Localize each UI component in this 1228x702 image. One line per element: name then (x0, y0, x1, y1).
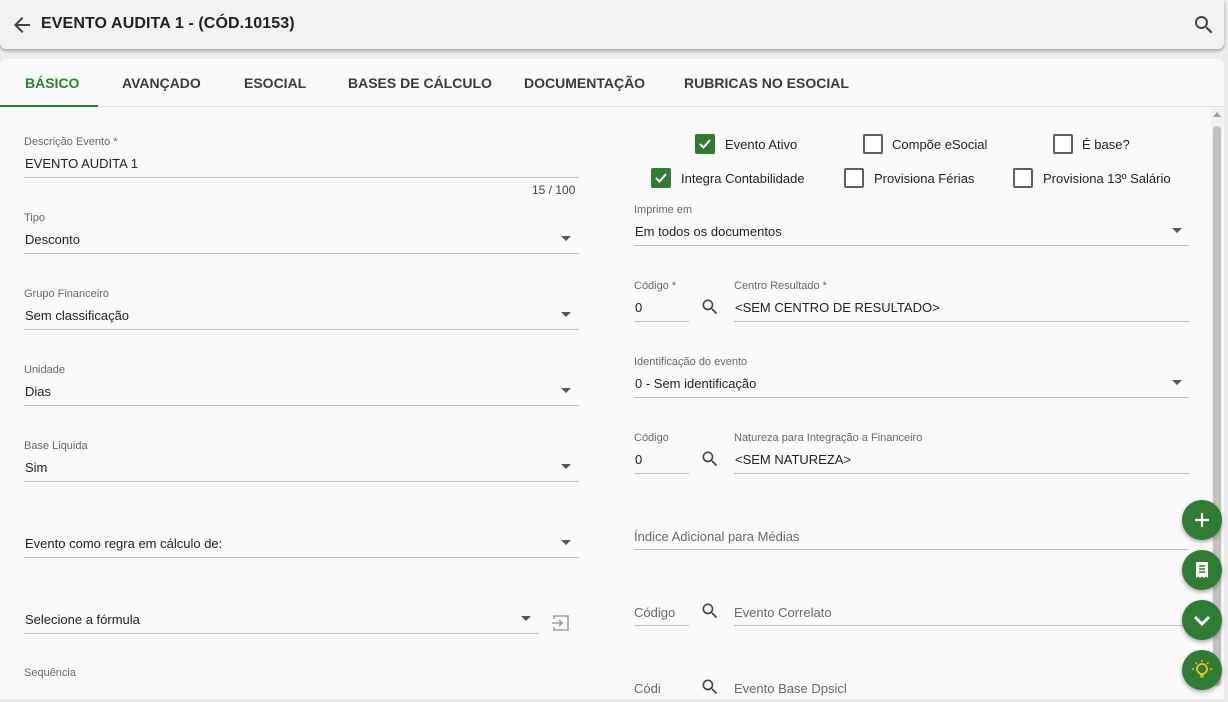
indice-medias-input[interactable]: Índice Adicional para Médias (634, 529, 800, 544)
formula-select[interactable]: Selecione a fórmula (25, 612, 140, 627)
compoe-esocial-label: Compõe eSocial (892, 137, 988, 152)
unidade-label: Unidade (24, 364, 65, 376)
descricao-label: Descrição Evento * (24, 136, 118, 148)
codigo-natureza-underline (634, 473, 689, 474)
unidade-underline (24, 405, 579, 406)
evento-ativo-label: Evento Ativo (725, 137, 798, 152)
natureza-input[interactable]: <SEM NATUREZA> (735, 452, 851, 467)
codigo-correlato-underline (634, 625, 689, 626)
codigo-underline (634, 321, 689, 322)
search-icon[interactable] (700, 601, 720, 621)
evento-correlato-input[interactable]: Evento Correlato (734, 605, 832, 620)
tip-fab-button[interactable] (1182, 650, 1222, 690)
tab-documentacao[interactable]: DOCUMENTAÇÃO (524, 75, 645, 91)
codigo-correlato-input[interactable]: Código (634, 605, 675, 620)
regra-calculo-select[interactable]: Evento como regra em cálculo de: (25, 536, 222, 551)
chevron-down-icon[interactable] (521, 616, 531, 621)
e-base-checkbox[interactable] (1053, 134, 1073, 154)
back-arrow-icon[interactable] (10, 13, 34, 37)
tab-avancado[interactable]: AVANÇADO (122, 75, 201, 91)
chevron-down-icon[interactable] (561, 312, 571, 317)
identificacao-underline (634, 397, 1189, 398)
search-icon[interactable] (700, 677, 720, 697)
integra-contabilidade-label: Integra Contabilidade (681, 171, 805, 186)
unidade-select[interactable]: Dias (25, 384, 51, 399)
receipt-fab-button[interactable] (1182, 550, 1222, 590)
search-icon[interactable] (700, 297, 720, 317)
codigo-dep-input[interactable]: Códi (634, 681, 661, 696)
search-icon[interactable] (1192, 13, 1216, 37)
provisiona-ferias-label: Provisiona Férias (874, 171, 975, 186)
centro-underline (734, 321, 1189, 322)
chevron-down-icon[interactable] (561, 388, 571, 393)
scrollbar-thumb[interactable] (1213, 126, 1221, 686)
sequencia-label: Sequência (24, 667, 76, 679)
tipo-underline (24, 253, 579, 254)
e-base-label: É base? (1082, 137, 1130, 152)
tab-rubricas-no-esocial[interactable]: RUBRICAS NO ESOCIAL (684, 75, 849, 91)
app-bar: EVENTO AUDITA 1 - (CÓD.10153) (0, 0, 1224, 49)
receipt-icon (1196, 562, 1208, 578)
chevron-down-icon[interactable] (561, 540, 571, 545)
form-card: BÁSICO AVANÇADO ESOCIAL BASES DE CÁLCULO… (0, 59, 1224, 699)
codigo-natureza-input[interactable]: 0 (635, 452, 642, 467)
integra-contabilidade-checkbox[interactable] (651, 168, 671, 188)
provisiona-ferias-checkbox[interactable] (844, 168, 864, 188)
centro-resultado-label: Centro Resultado * (734, 280, 827, 292)
regra-underline (24, 557, 579, 558)
grupo-underline (24, 329, 579, 330)
imprime-underline (634, 245, 1189, 246)
identificacao-label: Identificação do evento (634, 356, 748, 368)
search-icon[interactable] (700, 449, 720, 469)
tab-bar: BÁSICO AVANÇADO ESOCIAL BASES DE CÁLCULO… (0, 59, 1224, 107)
add-fab-button[interactable] (1182, 500, 1222, 540)
provisiona-13-checkbox[interactable] (1013, 168, 1033, 188)
base-liquida-select[interactable]: Sim (25, 460, 47, 475)
grupo-financeiro-label: Grupo Financeiro (24, 288, 109, 300)
indice-underline (634, 549, 1189, 550)
codigo-natureza-label: Código (634, 432, 669, 444)
chevron-down-icon[interactable] (561, 236, 571, 241)
tipo-label: Tipo (24, 212, 45, 224)
chevron-down-icon[interactable] (1172, 228, 1182, 233)
centro-resultado-input[interactable]: <SEM CENTRO DE RESULTADO> (735, 300, 940, 315)
active-tab-indicator (0, 105, 98, 107)
natureza-underline (734, 473, 1189, 474)
codigo-input[interactable]: 0 (635, 300, 642, 315)
base-liquida-label: Base Liquida (24, 440, 88, 452)
imprime-em-label: Imprime em (634, 204, 693, 216)
chevron-fab-button[interactable] (1182, 600, 1222, 640)
lightbulb-icon (1192, 660, 1212, 678)
evento-correlato-underline (734, 625, 1189, 626)
tab-esocial[interactable]: ESOCIAL (244, 75, 306, 91)
vertical-scrollbar[interactable] (1211, 108, 1223, 686)
tab-bases-de-calculo[interactable]: BASES DE CÁLCULO (348, 75, 492, 91)
identificacao-select[interactable]: 0 - Sem identificação (635, 376, 756, 391)
page-title: EVENTO AUDITA 1 - (CÓD.10153) (41, 15, 295, 32)
chevron-down-icon[interactable] (561, 464, 571, 469)
codigo-label: Código * (634, 280, 677, 292)
provisiona-13-label: Provisiona 13º Salário (1043, 171, 1171, 186)
scroll-up-icon[interactable] (1213, 112, 1221, 117)
grupo-financeiro-select[interactable]: Sem classificação (25, 308, 129, 323)
tab-basico[interactable]: BÁSICO (25, 75, 79, 91)
compoe-esocial-checkbox[interactable] (863, 134, 883, 154)
plus-icon (1195, 513, 1209, 527)
chevron-down-icon (1193, 615, 1211, 627)
evento-ativo-checkbox[interactable] (695, 134, 715, 154)
tipo-select[interactable]: Desconto (25, 232, 80, 247)
formula-underline (24, 633, 539, 634)
descricao-underline (24, 177, 579, 178)
base-underline (24, 481, 579, 482)
login-arrow-icon[interactable] (550, 612, 572, 634)
evento-dep-input[interactable]: Evento Base Dpsicl (734, 681, 847, 696)
descricao-input[interactable]: EVENTO AUDITA 1 (25, 156, 138, 171)
descricao-counter: 15 / 100 (532, 183, 576, 197)
imprime-em-select[interactable]: Em todos os documentos (635, 224, 782, 239)
natureza-label: Natureza para Integração a Financeiro (734, 432, 923, 444)
chevron-down-icon[interactable] (1172, 380, 1182, 385)
